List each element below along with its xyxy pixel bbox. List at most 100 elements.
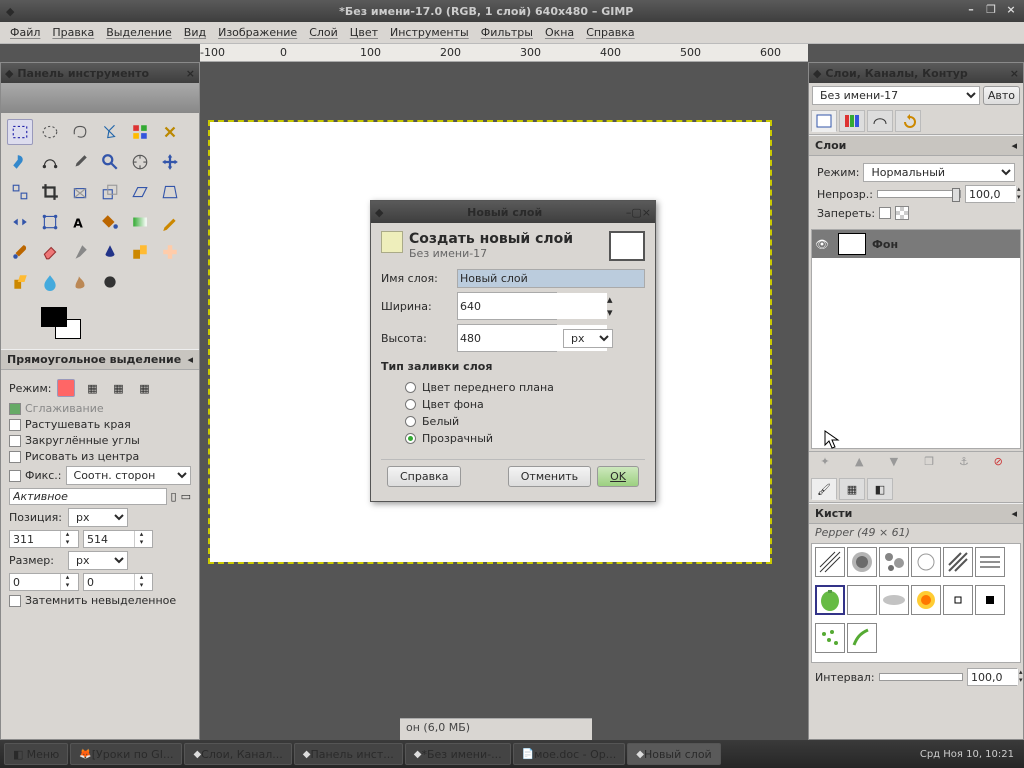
tool-clone[interactable] bbox=[127, 239, 153, 265]
arrow-icon[interactable]: ◂ bbox=[1011, 139, 1017, 152]
unit-select[interactable]: px bbox=[563, 329, 613, 348]
tool-eraser[interactable] bbox=[37, 239, 63, 265]
layers-close-icon[interactable]: × bbox=[1010, 67, 1019, 80]
menu-select[interactable]: Выделение bbox=[106, 26, 172, 39]
size-h-input[interactable] bbox=[84, 574, 134, 590]
dialog-close-icon[interactable]: × bbox=[642, 206, 651, 219]
radio-fg[interactable] bbox=[405, 382, 416, 393]
tool-airbrush[interactable] bbox=[67, 239, 93, 265]
landscape-icon[interactable]: ▭ bbox=[181, 490, 191, 503]
brush-item[interactable] bbox=[975, 585, 1005, 615]
tool-color-picker[interactable] bbox=[67, 149, 93, 175]
menu-tools[interactable]: Инструменты bbox=[390, 26, 469, 39]
brush-item-selected[interactable] bbox=[815, 585, 845, 615]
size-w-input[interactable] bbox=[10, 574, 60, 590]
tool-move[interactable] bbox=[157, 149, 183, 175]
layers-dock-title[interactable]: ◆ Слои, Каналы, Контур × bbox=[809, 63, 1023, 83]
layer-list[interactable]: 👁 Фон bbox=[811, 229, 1021, 449]
minimize-icon[interactable]: – bbox=[964, 4, 978, 18]
new-layer-icon[interactable]: ✦ bbox=[820, 455, 838, 473]
antialias-checkbox[interactable] bbox=[9, 403, 21, 415]
brushes-header[interactable]: Кисти◂ bbox=[809, 503, 1023, 524]
fixed-select[interactable]: Соотн. сторон bbox=[66, 466, 191, 485]
brush-item[interactable] bbox=[911, 547, 941, 577]
brush-item[interactable] bbox=[879, 547, 909, 577]
taskbar-item[interactable]: 🦊 [Уроки по GI... bbox=[70, 743, 182, 765]
menu-help[interactable]: Справка bbox=[586, 26, 634, 39]
layer-mode-select[interactable]: Нормальный bbox=[863, 163, 1015, 182]
tab-gradients-icon[interactable]: ◧ bbox=[867, 478, 893, 500]
raise-layer-icon[interactable]: ▲ bbox=[855, 455, 873, 473]
tool-smudge[interactable] bbox=[67, 269, 93, 295]
tool-scale[interactable] bbox=[97, 179, 123, 205]
menu-view[interactable]: Вид bbox=[184, 26, 206, 39]
radio-transparent[interactable] bbox=[405, 433, 416, 444]
brush-item[interactable] bbox=[879, 585, 909, 615]
tool-flip[interactable] bbox=[7, 209, 33, 235]
brush-item[interactable] bbox=[847, 623, 877, 653]
tool-blur[interactable] bbox=[37, 269, 63, 295]
pos-y-input[interactable] bbox=[84, 531, 134, 547]
menu-edit[interactable]: Правка bbox=[52, 26, 94, 39]
brush-item[interactable] bbox=[815, 623, 845, 653]
interval-input[interactable] bbox=[968, 669, 1018, 685]
width-input[interactable] bbox=[458, 293, 607, 319]
menu-windows[interactable]: Окна bbox=[545, 26, 574, 39]
duplicate-layer-icon[interactable]: ❐ bbox=[924, 455, 942, 473]
tool-bucket[interactable] bbox=[97, 209, 123, 235]
tab-brushes-icon[interactable]: 🖌 bbox=[811, 478, 837, 500]
tool-text[interactable]: A bbox=[67, 209, 93, 235]
menu-layer[interactable]: Слой bbox=[309, 26, 338, 39]
shade-checkbox[interactable] bbox=[9, 595, 21, 607]
arrow-icon[interactable]: ◂ bbox=[1011, 507, 1017, 520]
ok-button[interactable]: OK bbox=[597, 466, 639, 487]
tool-rect-select[interactable] bbox=[7, 119, 33, 145]
fg-color-swatch[interactable] bbox=[41, 307, 67, 327]
rounded-checkbox[interactable] bbox=[9, 435, 21, 447]
size-unit[interactable]: px bbox=[68, 551, 128, 570]
tool-options-header[interactable]: Прямоугольное выделение ◂ bbox=[1, 349, 199, 370]
brush-grid[interactable] bbox=[811, 543, 1021, 663]
tool-fuzzy-select[interactable] bbox=[97, 119, 123, 145]
tool-rotate[interactable] bbox=[67, 179, 93, 205]
toolbox-title[interactable]: ◆ Панель инструменто × bbox=[1, 63, 199, 83]
tool-zoom[interactable] bbox=[97, 149, 123, 175]
opacity-input[interactable] bbox=[966, 186, 1016, 202]
mode-subtract-icon[interactable]: ▦ bbox=[109, 379, 127, 397]
interval-slider[interactable] bbox=[879, 673, 963, 681]
taskbar-item[interactable]: ◆ Панель инст... bbox=[294, 743, 403, 765]
tool-cage[interactable] bbox=[37, 209, 63, 235]
tool-paintbrush[interactable] bbox=[7, 239, 33, 265]
maximize-icon[interactable]: ❐ bbox=[984, 4, 998, 18]
auto-button[interactable]: Авто bbox=[983, 86, 1020, 105]
tab-undo-icon[interactable] bbox=[895, 110, 921, 132]
image-select[interactable]: Без имени-17 bbox=[812, 86, 980, 105]
start-menu[interactable]: ◧ Меню bbox=[4, 743, 68, 765]
brush-item[interactable] bbox=[847, 585, 877, 615]
tool-perspective[interactable] bbox=[157, 179, 183, 205]
tool-shear[interactable] bbox=[127, 179, 153, 205]
tab-layers-icon[interactable] bbox=[811, 110, 837, 132]
tool-align[interactable] bbox=[7, 179, 33, 205]
brush-item[interactable] bbox=[943, 585, 973, 615]
tool-foreground[interactable] bbox=[7, 149, 33, 175]
brush-item[interactable] bbox=[847, 547, 877, 577]
anchor-layer-icon[interactable]: ⚓ bbox=[959, 455, 977, 473]
tool-perspective-clone[interactable] bbox=[7, 269, 33, 295]
taskbar-item[interactable]: ◆ Слои, Канал... bbox=[184, 743, 291, 765]
mode-add-icon[interactable]: ▦ bbox=[83, 379, 101, 397]
pos-unit[interactable]: px bbox=[68, 508, 128, 527]
lower-layer-icon[interactable]: ▼ bbox=[890, 455, 908, 473]
taskbar-item-active[interactable]: ◆ Новый слой bbox=[627, 743, 720, 765]
menu-color[interactable]: Цвет bbox=[350, 26, 378, 39]
close-icon[interactable]: × bbox=[1004, 4, 1018, 18]
tool-dodge[interactable] bbox=[97, 269, 123, 295]
lock-alpha-icon[interactable] bbox=[895, 206, 909, 220]
tool-by-color[interactable] bbox=[127, 119, 153, 145]
brush-item[interactable] bbox=[911, 585, 941, 615]
delete-layer-icon[interactable]: ⊘ bbox=[994, 455, 1012, 473]
cancel-button[interactable]: Отменить bbox=[508, 466, 591, 487]
tool-ink[interactable] bbox=[97, 239, 123, 265]
tool-blend[interactable] bbox=[127, 209, 153, 235]
tool-scissors[interactable] bbox=[157, 119, 183, 145]
